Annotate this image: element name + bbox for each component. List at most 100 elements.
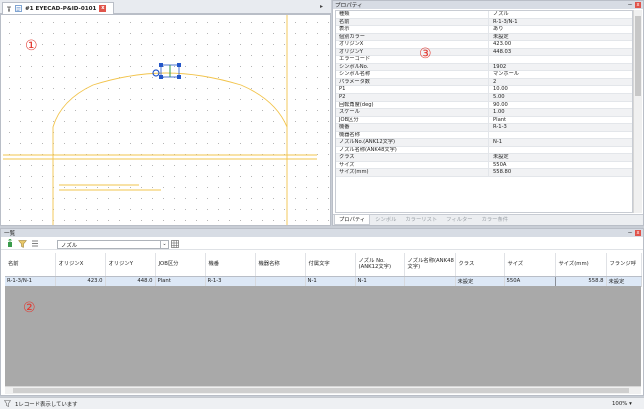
property-value[interactable]	[489, 56, 632, 63]
property-row[interactable]: シンボルNo. 1902	[336, 63, 632, 72]
scrollbar-thumb[interactable]	[13, 388, 629, 393]
table-cell[interactable]: 448.0	[105, 276, 156, 287]
property-value[interactable]: 未設定	[489, 34, 632, 41]
property-value[interactable]	[489, 147, 632, 154]
property-value[interactable]: 448.03	[489, 49, 632, 56]
property-value[interactable]: 10.00	[489, 86, 632, 93]
drawing-tab[interactable]: #1 EYECAD-P&ID-0101 x	[2, 2, 114, 14]
property-row[interactable]: サイズ 550A	[336, 161, 632, 170]
list-panel-title: 一覧	[4, 231, 16, 237]
property-value[interactable]: R-1-3/N-1	[489, 19, 632, 26]
tab-scroll-right-icon[interactable]: ▸	[320, 3, 323, 10]
table-cell[interactable]: R-1-3	[205, 276, 256, 287]
zoom-level[interactable]: 100% ▾	[612, 401, 644, 407]
table-row[interactable]: R-1-3/N-1 423.0 448.0 Plant R-1-3 N-1 N-1 未設定 55…	[5, 275, 642, 287]
property-row[interactable]: 名前 R-1-3/N-1	[336, 18, 632, 27]
table-cell[interactable]: 423.0	[55, 276, 106, 287]
column-header[interactable]: 付属文字	[305, 253, 356, 277]
property-value[interactable]: 558.80	[489, 169, 632, 176]
tab-property-3[interactable]: フィルター	[442, 215, 476, 225]
tab-property-0[interactable]: プロパティ	[334, 215, 371, 225]
property-row[interactable]: パラメータ数 2	[336, 78, 632, 87]
property-row[interactable]: クラス 未設定	[336, 154, 632, 162]
property-row[interactable]: P1 10.00	[336, 86, 632, 95]
drawing-canvas[interactable]: ①	[0, 14, 331, 226]
list-horizontal-scrollbar[interactable]	[5, 386, 641, 394]
column-header[interactable]: フランジ呼	[606, 253, 642, 277]
tab-property-4[interactable]: カラー条件	[478, 215, 513, 225]
property-scrollbar[interactable]	[633, 10, 642, 213]
property-row[interactable]: オリジンX 423.00	[336, 41, 632, 49]
property-value[interactable]: N-1	[489, 139, 632, 146]
property-row[interactable]: JOB区分 Plant	[336, 116, 632, 125]
column-header[interactable]: ノズル No.(ANK12文字)	[355, 253, 405, 277]
property-value[interactable]: マンホール	[489, 71, 632, 78]
table-cell[interactable]: 未設定	[455, 276, 505, 287]
property-row[interactable]: サイズ(mm) 558.80	[336, 169, 632, 178]
pin-icon[interactable]	[6, 6, 12, 12]
column-header[interactable]: JOB区分	[155, 253, 206, 277]
property-value[interactable]: 423.00	[489, 41, 632, 48]
property-row[interactable]: オリジンY 448.03	[336, 48, 632, 57]
table-cell[interactable]	[255, 276, 306, 287]
pin-icon[interactable]: ᅮ	[627, 2, 633, 8]
property-value[interactable]: Plant	[489, 117, 632, 124]
scrollbar-thumb[interactable]	[635, 16, 641, 96]
close-icon[interactable]: x	[635, 230, 641, 236]
property-row[interactable]: 個別カラー 未設定	[336, 33, 632, 42]
column-header[interactable]: クラス	[455, 253, 505, 277]
column-header[interactable]: 機器名称	[255, 253, 306, 277]
property-row[interactable]: 回転角度(deg) 90.00	[336, 101, 632, 110]
column-header[interactable]: サイズ(mm)	[555, 253, 607, 277]
column-header[interactable]: 名前	[5, 253, 56, 277]
export-icon[interactable]	[6, 239, 14, 248]
selected-nozzle[interactable]	[152, 63, 181, 79]
table-cell[interactable]: N-1	[305, 276, 356, 287]
close-tab-icon[interactable]: x	[99, 5, 107, 12]
table-cell[interactable]: R-1-3/N-1	[5, 276, 56, 287]
property-value[interactable]: R-1-3	[489, 124, 632, 131]
property-value[interactable]: 2	[489, 79, 632, 86]
column-header[interactable]: オリジンX	[55, 253, 106, 277]
table-cell[interactable]	[404, 276, 456, 287]
property-row[interactable]: 機器名称	[336, 131, 632, 140]
table-cell[interactable]: 558.8	[555, 276, 607, 287]
status-text: 1レコード表示しています	[15, 401, 78, 408]
list-panel: 一覧 ᅮ x ノズル ⌄ 名前 オリジンX オリジンY JOB区分 機番 機器名称 付属文字…	[0, 228, 644, 396]
property-value[interactable]	[489, 132, 632, 139]
table-cell[interactable]: 550A	[503, 275, 556, 287]
property-value[interactable]: 未設定	[489, 154, 632, 161]
grid-settings-icon[interactable]	[171, 240, 179, 248]
column-header[interactable]: ノズル名称(ANK48文字)	[404, 253, 456, 277]
property-row[interactable]: 種類 ノズル	[336, 11, 632, 19]
property-row[interactable]: 機番 R-1-3	[336, 124, 632, 132]
property-value[interactable]: 5.00	[489, 94, 632, 101]
tab-property-1[interactable]: シンボル	[371, 215, 400, 225]
tab-property-2[interactable]: カラーリスト	[401, 215, 441, 225]
property-row[interactable]: ノズルNo.(ANK12文字) N-1	[336, 139, 632, 147]
table-cell[interactable]: Plant	[155, 276, 206, 287]
filter-icon[interactable]	[18, 239, 27, 248]
column-header[interactable]: サイズ	[504, 253, 556, 277]
property-row[interactable]: P2 5.00	[336, 94, 632, 102]
close-icon[interactable]: x	[635, 2, 641, 8]
property-value[interactable]: 1.00	[489, 109, 632, 116]
list-type-select[interactable]: ノズル ⌄	[57, 240, 169, 249]
property-value[interactable]: 550A	[489, 162, 632, 169]
column-header[interactable]: 機番	[205, 253, 256, 277]
property-value[interactable]: ノズル	[489, 11, 632, 18]
pin-icon[interactable]: ᅮ	[627, 230, 633, 236]
chevron-down-icon[interactable]: ⌄	[160, 241, 168, 248]
property-row[interactable]: エラーコード	[336, 56, 632, 64]
table-cell[interactable]: 未設定	[606, 276, 642, 287]
property-row[interactable]: 表示 あり	[336, 26, 632, 34]
property-grid[interactable]: 種類 ノズル 名前 R-1-3/N-1 表示 あり 個別カラー 未設定 オリジンX 423.00 オ…	[335, 10, 633, 213]
column-header[interactable]: オリジンY	[105, 253, 156, 277]
property-row[interactable]: シンボル名称 マンホール	[336, 71, 632, 79]
property-value[interactable]: あり	[489, 26, 632, 33]
table-cell[interactable]: N-1	[355, 276, 405, 287]
property-row[interactable]: スケール 1.00	[336, 109, 632, 117]
property-row[interactable]: ノズル名称(ANK48文字)	[336, 146, 632, 155]
property-value[interactable]: 90.00	[489, 102, 632, 109]
property-value[interactable]: 1902	[489, 64, 632, 71]
